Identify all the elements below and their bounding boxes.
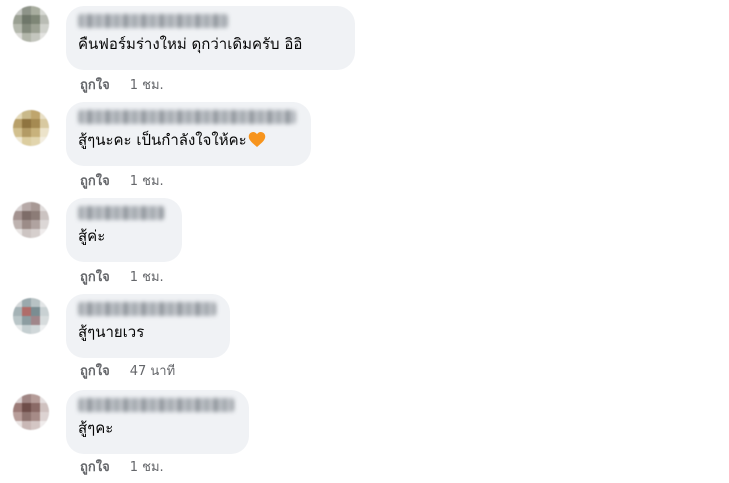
comment-actions: ถูกใจ 1 ชม. bbox=[80, 460, 164, 476]
comment-bubble: สู้ๆนะคะ เป็นกำลังใจให้คะ bbox=[66, 102, 311, 166]
comment-actions: ถูกใจ 1 ชม. bbox=[80, 78, 164, 94]
comment-bubble: สู้ๆคะ bbox=[66, 390, 249, 454]
avatar[interactable] bbox=[13, 6, 49, 42]
comment-bubble: สู้ๆนายเวร bbox=[66, 294, 230, 358]
like-button[interactable]: ถูกใจ bbox=[80, 364, 110, 379]
like-button[interactable]: ถูกใจ bbox=[80, 174, 110, 189]
avatar[interactable] bbox=[13, 394, 49, 430]
comment-text: สู้ๆคะ bbox=[78, 419, 114, 437]
commenter-name-blurred[interactable] bbox=[78, 302, 216, 316]
comment-timestamp[interactable]: 1 ชม. bbox=[130, 174, 164, 189]
avatar[interactable] bbox=[13, 110, 49, 146]
comment-actions: ถูกใจ 1 ชม. bbox=[80, 270, 164, 286]
comment-actions: ถูกใจ 1 ชม. bbox=[80, 174, 164, 190]
comment-timestamp[interactable]: 1 ชม. bbox=[130, 270, 164, 285]
comment-actions: ถูกใจ 47 นาที bbox=[80, 364, 175, 380]
comment-bubble: คืนฟอร์มร่างใหม่ ดุกว่าเดิมครับ อิอิ bbox=[66, 6, 355, 70]
comment-timestamp[interactable]: 47 นาที bbox=[130, 364, 175, 379]
orange-heart-icon bbox=[248, 132, 265, 147]
like-button[interactable]: ถูกใจ bbox=[80, 270, 110, 285]
avatar[interactable] bbox=[13, 202, 49, 238]
comment-text: สู้ค่ะ bbox=[78, 227, 106, 245]
comment-timestamp[interactable]: 1 ชม. bbox=[130, 78, 164, 93]
commenter-name-blurred[interactable] bbox=[78, 110, 296, 124]
commenter-name-blurred[interactable] bbox=[78, 206, 164, 220]
comment-text: คืนฟอร์มร่างใหม่ ดุกว่าเดิมครับ อิอิ bbox=[78, 35, 303, 53]
commenter-name-blurred[interactable] bbox=[78, 398, 234, 412]
comment-timestamp[interactable]: 1 ชม. bbox=[130, 460, 164, 475]
comment-list: คืนฟอร์มร่างใหม่ ดุกว่าเดิมครับ อิอิ ถูก… bbox=[0, 0, 729, 483]
commenter-name-blurred[interactable] bbox=[78, 14, 228, 28]
comment-text: สู้ๆนายเวร bbox=[78, 323, 145, 341]
avatar[interactable] bbox=[13, 298, 49, 334]
comment-text: สู้ๆนะคะ เป็นกำลังใจให้คะ bbox=[78, 131, 247, 149]
like-button[interactable]: ถูกใจ bbox=[80, 460, 110, 475]
comment-text-row: สู้ๆนะคะ เป็นกำลังใจให้คะ bbox=[78, 130, 299, 150]
like-button[interactable]: ถูกใจ bbox=[80, 78, 110, 93]
comment-bubble: สู้ค่ะ bbox=[66, 198, 182, 262]
